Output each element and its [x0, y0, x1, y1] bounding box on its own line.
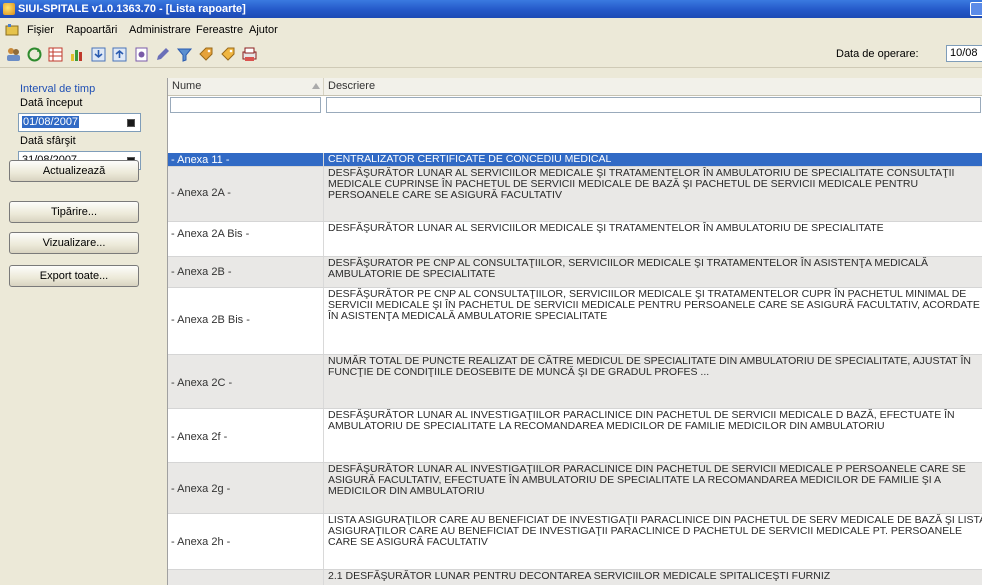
- row-name: - Anexa 2B Bis -: [171, 314, 250, 326]
- table-row[interactable]: - Anexa 11 - CENTRALIZATOR CERTIFICATE DE…: [168, 153, 982, 167]
- rows-container: - Anexa 11 - CENTRALIZATOR CERTIFICATE DE…: [168, 0, 982, 585]
- column-divider: [323, 167, 324, 221]
- row-name: - Anexa 2g -: [171, 483, 231, 495]
- table-row[interactable]: - Anexa 2A - DESFĂŞURĂTOR LUNAR AL SERVIC…: [168, 167, 982, 222]
- row-description: NUMĂR TOTAL DE PUNCTE REALIZAT DE CĂTRE …: [328, 355, 971, 378]
- refresh-button[interactable]: Actualizează: [9, 160, 139, 182]
- import-icon[interactable]: [88, 44, 108, 64]
- calendar-icon[interactable]: [127, 119, 135, 127]
- app-icon: [3, 3, 15, 15]
- row-description: DESFĂŞURĂTOR LUNAR AL INVESTIGAŢIILOR PA…: [328, 409, 955, 432]
- table-row[interactable]: - Anexa 2B - DESFĂŞURATOR PE CNP AL CONSU…: [168, 257, 982, 288]
- column-divider: [323, 570, 324, 585]
- row-name: - Anexa 11 -: [171, 154, 230, 166]
- export-icon[interactable]: [109, 44, 129, 64]
- grid-icon[interactable]: [45, 44, 65, 64]
- column-divider: [323, 514, 324, 569]
- column-divider: [323, 288, 324, 354]
- end-date-label: Dată sfârşit: [20, 135, 76, 147]
- column-divider: [323, 257, 324, 287]
- column-divider: [323, 409, 324, 462]
- export-all-button[interactable]: Export toate...: [9, 265, 139, 287]
- users-icon[interactable]: [3, 44, 23, 64]
- print-button[interactable]: Tipărire...: [9, 201, 139, 223]
- table-row[interactable]: - Anexa 2C - NUMĂR TOTAL DE PUNCTE REALIZ…: [168, 355, 982, 409]
- row-description: DESFĂŞURATOR PE CNP AL CONSULTAŢIILOR, S…: [328, 257, 928, 280]
- row-description: CENTRALIZATOR CERTIFICATE DE CONCEDIU ME…: [328, 153, 612, 165]
- row-name: - Anexa 2C -: [171, 377, 233, 389]
- refresh-icon[interactable]: [24, 44, 44, 64]
- row-description: DESFĂŞURĂTOR PE CNP AL CONSULTAŢIILOR, S…: [328, 288, 980, 322]
- table-row[interactable]: - Anexa 2A Bis - DESFĂŞURĂTOR LUNAR AL SE…: [168, 222, 982, 257]
- table-row[interactable]: - Anexa 2h - LISTA ASIGURAŢILOR CARE AU B…: [168, 514, 982, 570]
- column-divider: [323, 153, 324, 166]
- column-divider: [323, 463, 324, 513]
- row-name: - Anexa 2f -: [171, 431, 228, 443]
- menu-rapoartari[interactable]: Rapoartări: [63, 23, 120, 37]
- row-name: - Anexa 2B -: [171, 266, 232, 278]
- start-date-label: Dată început: [20, 97, 83, 109]
- row-description: LISTA ASIGURAŢILOR CARE AU BENEFICIAT DE…: [328, 514, 982, 548]
- menu-fisier[interactable]: Fişier: [24, 23, 57, 37]
- table-row[interactable]: - Anexa 2B Bis - DESFĂŞURĂTOR PE CNP AL C…: [168, 288, 982, 355]
- start-date-value: 01/08/2007: [22, 116, 80, 128]
- group-title: Interval de timp: [20, 83, 96, 95]
- left-panel: Interval de timp Dată început 01/08/2007…: [0, 68, 166, 585]
- chart-icon[interactable]: [66, 44, 86, 64]
- table-row[interactable]: - Anexa 2g - DESFĂŞURĂTOR LUNAR AL INVEST…: [168, 463, 982, 514]
- column-divider: [323, 222, 324, 256]
- row-name: - Anexa 2A Bis -: [171, 228, 250, 240]
- row-description: DESFĂŞURĂTOR LUNAR AL SERVICIILOR MEDICA…: [328, 222, 884, 234]
- row-name: - Anexa 2A -: [171, 187, 231, 199]
- column-divider: [323, 355, 324, 408]
- table-row[interactable]: - Anexa 2f - DESFĂŞURĂTOR LUNAR AL INVEST…: [168, 409, 982, 463]
- row-description: DESFĂŞURĂTOR LUNAR AL INVESTIGAŢIILOR PA…: [328, 463, 966, 497]
- mdi-child-icon[interactable]: [5, 23, 19, 37]
- row-name: - Anexa 2h -: [171, 536, 231, 548]
- row-description: DESFĂŞURĂTOR LUNAR AL SERVICIILOR MEDICA…: [328, 167, 955, 201]
- start-date-field[interactable]: 01/08/2007: [18, 113, 141, 132]
- row-description: 2.1 DESFĂŞURĂTOR LUNAR PENTRU DECONTAREA…: [328, 570, 831, 582]
- report-icon[interactable]: [131, 44, 151, 64]
- table-row[interactable]: 2.1 DESFĂŞURĂTOR LUNAR PENTRU DECONTAREA…: [168, 570, 982, 585]
- preview-button[interactable]: Vizualizare...: [9, 232, 139, 254]
